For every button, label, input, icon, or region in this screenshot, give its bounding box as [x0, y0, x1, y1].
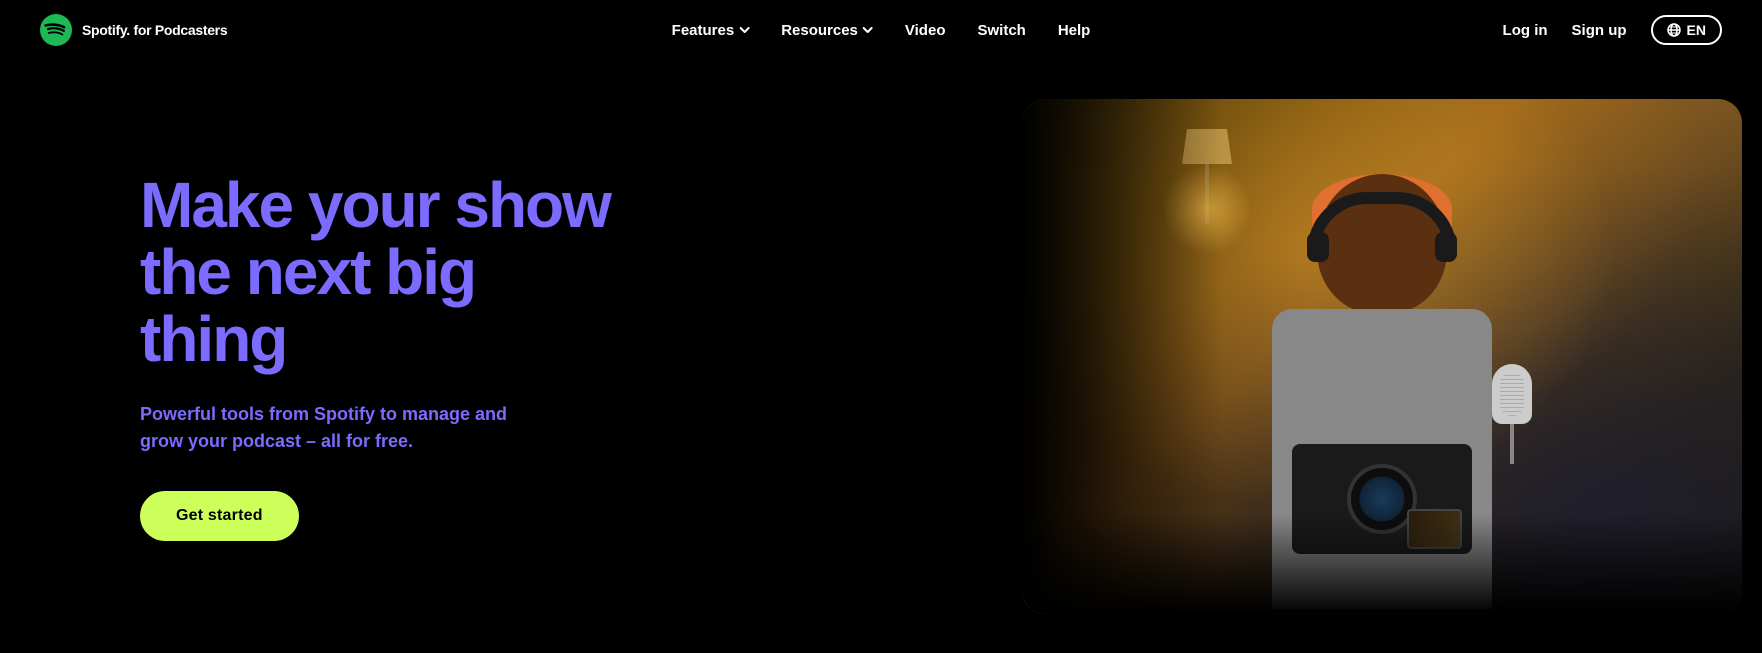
nav-center: Features Resources Video Switch Help [672, 22, 1091, 39]
nav-right: Log in Sign up EN [1503, 15, 1722, 45]
globe-icon [1667, 23, 1681, 37]
language-label: EN [1687, 22, 1706, 38]
chevron-down-icon [739, 25, 749, 35]
hero-image-area [1002, 60, 1762, 653]
nav-video[interactable]: Video [905, 22, 946, 39]
language-button[interactable]: EN [1651, 15, 1722, 45]
nav-features[interactable]: Features [672, 22, 750, 39]
login-link[interactable]: Log in [1503, 22, 1548, 39]
chevron-down-icon [863, 25, 873, 35]
brand-name: Spotify. for Podcasters [82, 22, 227, 38]
navbar: Spotify. for Podcasters Features Resourc… [0, 0, 1762, 60]
spotify-logo-icon [40, 14, 72, 46]
hero-content: Make your show the next big thing Powerf… [0, 172, 620, 542]
get-started-button[interactable]: Get started [140, 491, 299, 541]
microphone [1492, 364, 1532, 464]
logo[interactable]: Spotify. for Podcasters [40, 14, 227, 46]
nav-resources[interactable]: Resources [781, 22, 873, 39]
image-fade-bottom [1022, 514, 1742, 614]
hero-section: Make your show the next big thing Powerf… [0, 60, 1762, 653]
hero-image [1022, 99, 1742, 614]
signup-link[interactable]: Sign up [1572, 22, 1627, 39]
headphones [1307, 192, 1457, 272]
nav-switch[interactable]: Switch [977, 22, 1025, 39]
hero-title: Make your show the next big thing [140, 172, 620, 374]
nav-help[interactable]: Help [1058, 22, 1091, 39]
hero-subtitle: Powerful tools from Spotify to manage an… [140, 401, 520, 455]
